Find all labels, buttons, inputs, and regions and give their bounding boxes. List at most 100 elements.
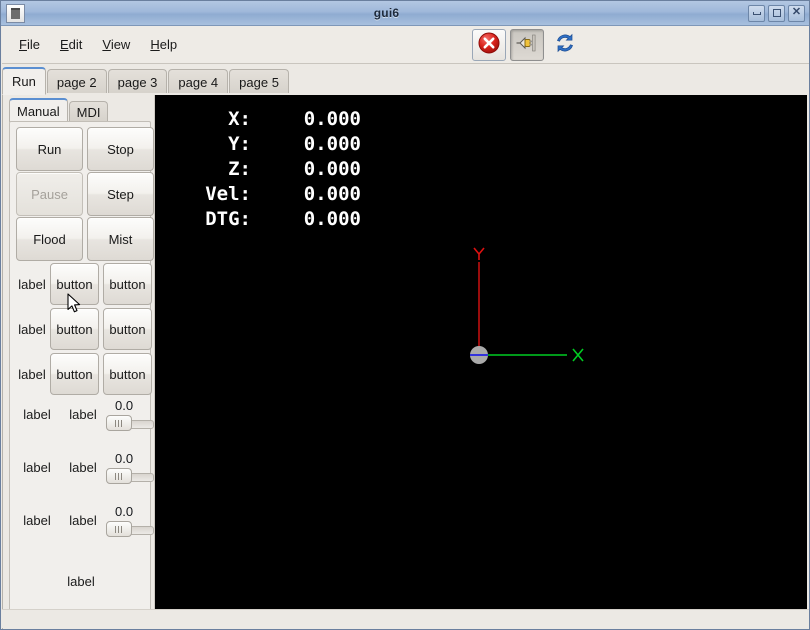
tab-run-label: Run [12, 74, 36, 89]
slider-1-handle[interactable] [106, 415, 132, 431]
minimize-button[interactable] [748, 4, 765, 22]
y-axis-label [473, 247, 485, 260]
app-icon [6, 3, 25, 23]
status-bar [2, 609, 809, 628]
menu-view-mnemonic: V [102, 37, 111, 52]
menu-help[interactable]: Help [141, 34, 186, 55]
row-3-button-2[interactable]: button [103, 353, 152, 395]
slider-3-label-2: label [69, 513, 97, 528]
step-button-label: Step [107, 186, 134, 202]
x-axis-label [572, 348, 584, 362]
power-plug-icon [514, 32, 540, 59]
grip-icon [115, 419, 123, 427]
machine-power-button[interactable] [510, 29, 544, 61]
dro-vel-label: Vel: [205, 183, 251, 205]
menu-bar: File Edit View Help [2, 26, 809, 64]
slider-row-2: label label 0.0 [14, 451, 154, 484]
tab-page-2[interactable]: page 2 [46, 69, 107, 94]
slider-1-label-2: label [69, 407, 97, 422]
step-button[interactable]: Step [87, 172, 154, 216]
menu-edit[interactable]: Edit [51, 34, 91, 55]
row-3-label: label [18, 366, 46, 382]
dro-z-label: Z: [228, 158, 251, 180]
tab-page-5[interactable]: page 5 [229, 69, 289, 94]
button-row-3: Flood Mist [16, 217, 154, 261]
label-button-row-1: label button button [14, 263, 152, 305]
reload-button[interactable] [548, 29, 582, 61]
tab-mdi[interactable]: MDI [68, 101, 109, 122]
dro-row-x: X: 0.000 [177, 107, 361, 132]
slider-2[interactable] [106, 468, 154, 484]
label-button-row-3: label button button [14, 353, 152, 395]
slider-1-value: 0.0 [115, 398, 134, 413]
slider-3-label-1: label [23, 513, 51, 528]
button-row-2: Pause Step [16, 172, 154, 216]
tab-manual[interactable]: Manual [9, 98, 68, 122]
slider-3-wrapper: 0.0 [106, 504, 154, 537]
row-1-button-1[interactable]: button [50, 263, 99, 305]
maximize-button[interactable] [768, 4, 785, 22]
menu-view[interactable]: View [93, 34, 139, 55]
dro-row-y: Y: 0.000 [177, 132, 361, 157]
slider-2-handle[interactable] [106, 468, 132, 484]
grip-icon [115, 472, 123, 480]
dro-y-label: Y: [228, 133, 251, 155]
stop-button[interactable]: Stop [87, 127, 154, 171]
flood-button[interactable]: Flood [16, 217, 83, 261]
flood-button-label: Flood [33, 231, 66, 247]
tab-page-4-label: page 4 [178, 74, 219, 90]
tab-run[interactable]: Run [2, 67, 46, 95]
button-row-1: Run Stop [16, 127, 154, 171]
stop-button-label: Stop [107, 141, 134, 157]
dro-x-label: X: [228, 108, 251, 130]
slider-3[interactable] [106, 521, 154, 537]
estop-toggle-button[interactable] [472, 29, 506, 61]
row-1-button-2[interactable]: button [103, 263, 152, 305]
row-3-button-1[interactable]: button [50, 353, 99, 395]
slider-2-label-2: label [69, 460, 97, 475]
panel-bottom-label: label [67, 574, 95, 589]
menu-file[interactable]: File [10, 34, 49, 55]
run-button[interactable]: Run [16, 127, 83, 171]
control-panel: Manual MDI Run Stop Pause Step Flood Mis… [5, 95, 155, 627]
slider-2-label-1: label [23, 460, 51, 475]
dro-x-value: 0.000 [303, 108, 361, 130]
slider-row-3: label label 0.0 [14, 504, 154, 537]
menu-view-rest: iew [110, 37, 131, 52]
manual-mdi-tab-row: Manual MDI [9, 97, 109, 122]
row-2-label: label [18, 321, 46, 337]
tab-mdi-label: MDI [76, 104, 101, 120]
pause-button[interactable]: Pause [16, 172, 83, 216]
tab-page-2-label: page 2 [56, 74, 97, 90]
tab-page-3[interactable]: page 3 [107, 69, 168, 94]
dro-dtg-label: DTG: [205, 208, 251, 230]
menu-edit-rest: dit [68, 37, 83, 52]
row-2-button-1[interactable]: button [50, 308, 99, 350]
run-page: Manual MDI Run Stop Pause Step Flood Mis… [2, 93, 809, 629]
tab-page-4[interactable]: page 4 [168, 69, 229, 94]
red-x-circle-icon [477, 31, 501, 60]
row-2-button-2[interactable]: button [103, 308, 152, 350]
refresh-arrows-icon [553, 31, 577, 60]
machine-display[interactable]: X: 0.000 Y: 0.000 Z: 0.000 Vel: 0.000 DT… [155, 95, 807, 627]
manual-tab-content: Run Stop Pause Step Flood Mist label but… [9, 121, 154, 626]
slider-1[interactable] [106, 415, 154, 431]
row-3-button-1-label: button [56, 366, 93, 382]
dro-readout: X: 0.000 Y: 0.000 Z: 0.000 Vel: 0.000 DT… [177, 107, 361, 232]
slider-3-value: 0.0 [115, 504, 134, 519]
dro-row-vel: Vel: 0.000 [177, 182, 361, 207]
slider-2-value: 0.0 [115, 451, 134, 466]
window-title: gui6 [373, 6, 400, 20]
notebook-tab-row: Run page 2 page 3 page 4 page 5 [2, 65, 809, 95]
row-1-button-2-label: button [109, 276, 146, 292]
tab-page-3-label: page 3 [117, 74, 158, 90]
mist-button[interactable]: Mist [87, 217, 154, 261]
dro-dtg-value: 0.000 [303, 208, 361, 230]
slider-3-handle[interactable] [106, 521, 132, 537]
close-button[interactable]: ✕ [788, 4, 805, 22]
grip-icon [115, 525, 123, 533]
title-bar: gui6 ✕ [1, 1, 809, 26]
dro-vel-value: 0.000 [303, 183, 361, 205]
tab-page-5-label: page 5 [239, 74, 279, 90]
application-window: gui6 ✕ File Edit View Help Run page 2 pa… [0, 0, 810, 630]
